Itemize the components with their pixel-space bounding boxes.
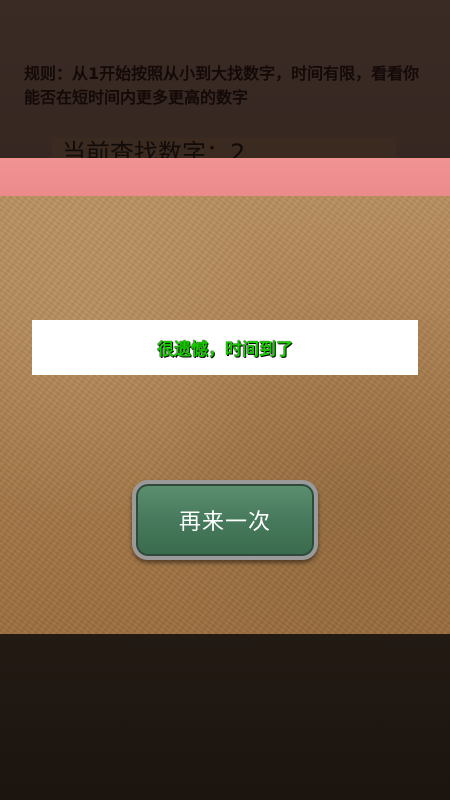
retry-button[interactable]: 再来一次 xyxy=(132,480,318,560)
popup-header-bar xyxy=(0,158,450,198)
rules-text: 规则：从1开始按照从小到大找数字，时间有限，看看你能否在短时间内更多更高的数字 xyxy=(24,64,420,107)
time-up-message: 很遗憾，时间到了 xyxy=(32,320,418,375)
popup-panel xyxy=(0,196,450,634)
